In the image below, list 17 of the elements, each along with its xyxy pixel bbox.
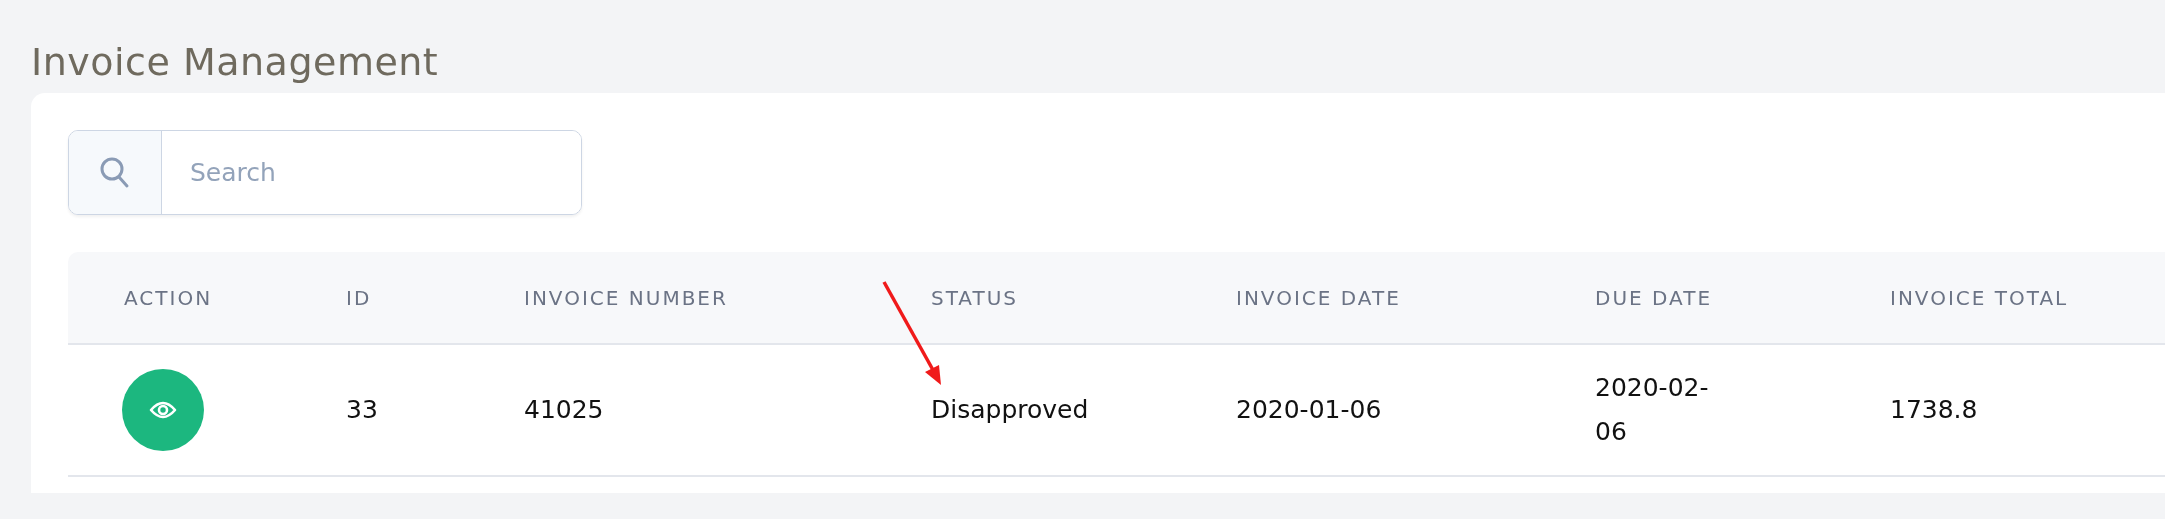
column-header: INVOICE NUMBER bbox=[523, 285, 729, 310]
due-date-cell-text: 2020-02-06 bbox=[1595, 372, 1710, 448]
status-cell-text: Disapproved bbox=[931, 394, 1089, 426]
column-header: ACTION bbox=[123, 285, 214, 310]
search-icon bbox=[100, 156, 130, 189]
column-header: ID bbox=[345, 285, 373, 310]
column-header: INVOICE DATE bbox=[1235, 285, 1402, 310]
column-header: INVOICE TOTAL bbox=[1889, 285, 2070, 310]
page-title: Invoice Management bbox=[31, 39, 440, 86]
eye-icon bbox=[149, 400, 177, 420]
search-field[interactable]: Search bbox=[68, 130, 582, 215]
column-header: STATUS bbox=[930, 285, 1020, 310]
id-cell-text: 33 bbox=[346, 394, 378, 426]
invoice-total-cell-text: 1738.8 bbox=[1890, 394, 1978, 426]
invoice-date-cell-text: 2020-01-06 bbox=[1236, 394, 1382, 426]
column-header: DUE DATE bbox=[1594, 285, 1714, 310]
invoice-number-cell-text: 41025 bbox=[524, 394, 604, 426]
